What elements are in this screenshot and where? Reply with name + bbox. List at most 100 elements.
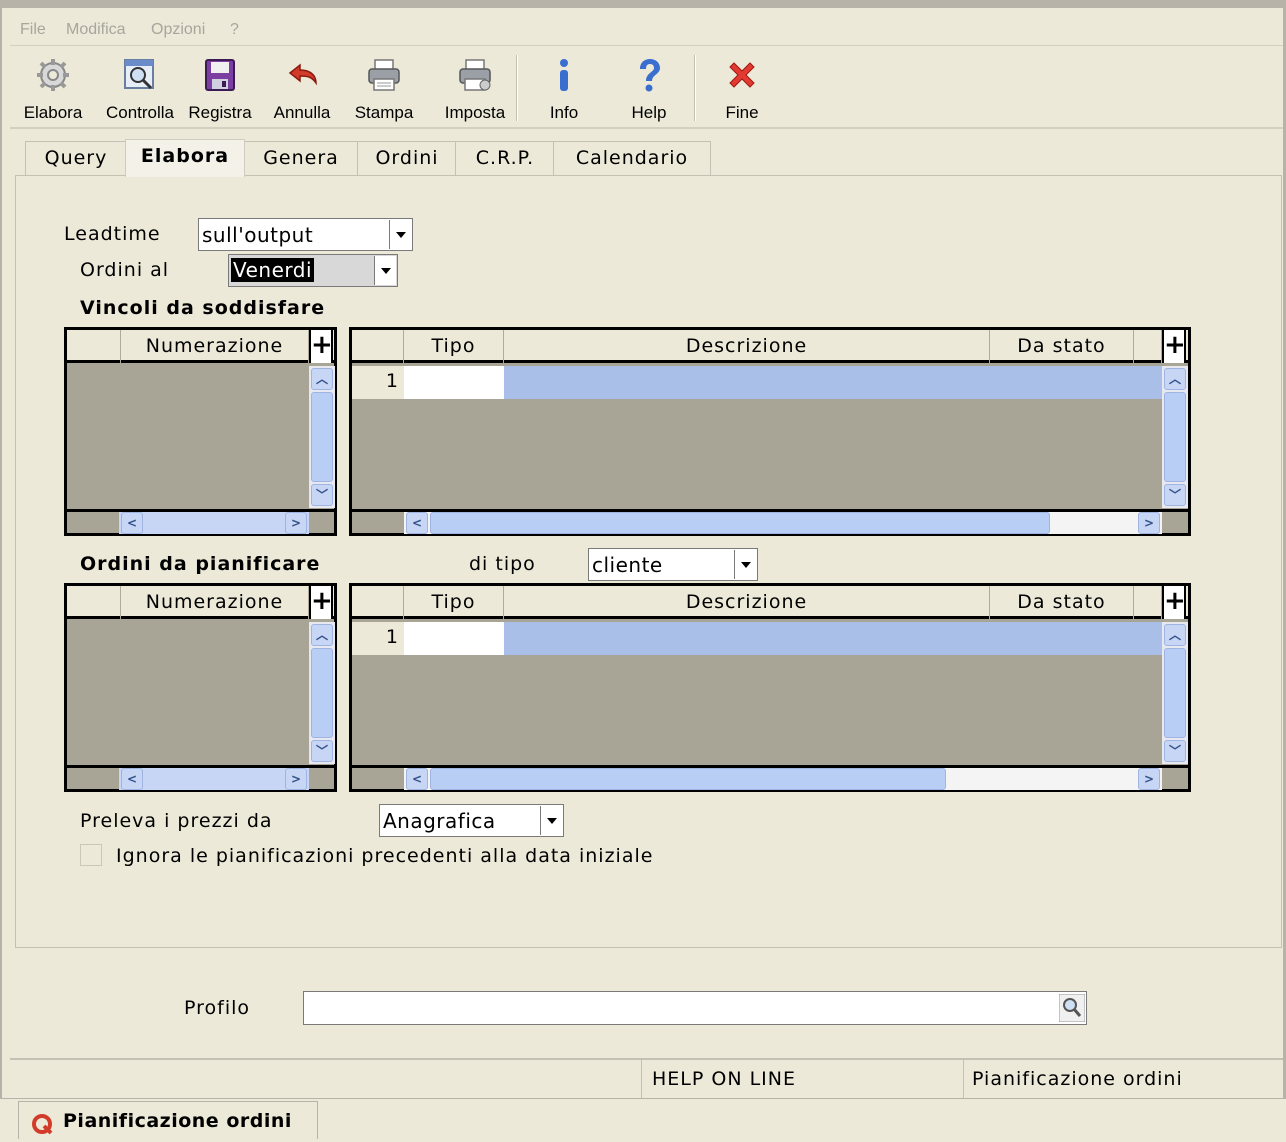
annulla-label: Annulla	[273, 103, 331, 122]
scroll-left-icon[interactable]: <	[121, 512, 143, 534]
scroll-left-icon[interactable]: <	[121, 768, 143, 790]
tipo-column-header[interactable]: Tipo	[404, 330, 504, 363]
question-mark-icon	[640, 59, 660, 92]
scroll-up-icon[interactable]: ︿	[1164, 624, 1186, 646]
grid-header: Tipo Descrizione Da stato +	[352, 330, 1188, 363]
scroll-down-icon[interactable]: ﹀	[1164, 740, 1186, 762]
numerazione-column-header[interactable]: Numerazione	[121, 330, 309, 363]
add-column-icon[interactable]: +	[1162, 330, 1186, 363]
pianificazione-ordini-window-button[interactable]: Pianificazione ordini	[18, 1101, 318, 1139]
window-taskbar: Pianificazione ordini	[0, 1098, 1286, 1142]
imposta-button[interactable]: Imposta	[430, 51, 520, 123]
tab-calendario[interactable]: Calendario	[553, 141, 711, 175]
add-column-icon[interactable]: +	[309, 330, 333, 363]
elabora-label: Elabora	[23, 103, 83, 122]
descrizione-column-header[interactable]: Descrizione	[504, 330, 990, 363]
menu-modifica[interactable]: Modifica	[66, 21, 126, 39]
toolbar-separator	[694, 55, 696, 121]
vertical-scrollbar[interactable]: ︿ ﹀	[1162, 622, 1188, 764]
elabora-button[interactable]: Elabora	[16, 51, 90, 123]
scroll-thumb[interactable]	[311, 392, 333, 482]
scroll-right-icon[interactable]: >	[1138, 512, 1160, 534]
chevron-down-icon[interactable]	[540, 806, 562, 835]
help-button[interactable]: Help	[614, 51, 684, 123]
tab-query[interactable]: Query	[25, 141, 127, 175]
scroll-thumb[interactable]	[430, 768, 946, 790]
close-x-icon	[729, 62, 755, 88]
selected-row[interactable]	[504, 622, 1162, 655]
stampa-button[interactable]: Stampa	[346, 51, 422, 123]
extra-column-header[interactable]	[1134, 586, 1162, 619]
scroll-up-icon[interactable]: ︿	[311, 368, 333, 390]
scroll-thumb[interactable]	[1164, 392, 1186, 482]
vertical-scrollbar[interactable]: ︿ ﹀	[309, 366, 335, 508]
horizontal-scrollbar[interactable]: < >	[119, 768, 309, 790]
grid-corner	[352, 330, 404, 363]
tab-genera[interactable]: Genera	[243, 141, 359, 175]
registra-button[interactable]: Registra	[182, 51, 258, 123]
ordini-detail-grid[interactable]: Tipo Descrizione Da stato + 1 ︿ ﹀ < >	[349, 583, 1191, 792]
tipo-column-header[interactable]: Tipo	[404, 586, 504, 619]
ignora-checkbox[interactable]	[80, 844, 102, 866]
tipo-cell[interactable]	[404, 622, 504, 655]
search-icon[interactable]	[1059, 994, 1085, 1022]
horizontal-scrollbar[interactable]: < >	[119, 512, 309, 534]
preleva-select[interactable]: Anagrafica	[379, 804, 564, 837]
tipo-cell[interactable]	[404, 366, 504, 399]
descrizione-column-header[interactable]: Descrizione	[504, 586, 990, 619]
status-cell-empty	[10, 1060, 642, 1098]
status-title: Pianificazione ordini	[972, 1068, 1183, 1090]
ordini-al-label: Ordini al	[80, 259, 170, 281]
menu-help[interactable]: ?	[230, 21, 239, 39]
chevron-down-icon[interactable]	[389, 220, 411, 249]
scroll-down-icon[interactable]: ﹀	[311, 740, 333, 762]
tab-ordini[interactable]: Ordini	[357, 141, 457, 175]
horizontal-scrollbar[interactable]: < >	[404, 512, 1162, 534]
scroll-left-icon[interactable]: <	[406, 768, 428, 790]
vincoli-detail-grid[interactable]: Tipo Descrizione Da stato + 1 ︿ ﹀ < >	[349, 327, 1191, 536]
numerazione-column-header[interactable]: Numerazione	[121, 586, 309, 619]
chevron-down-icon[interactable]	[374, 256, 396, 285]
app-logo-icon	[32, 1114, 53, 1135]
scroll-down-icon[interactable]: ﹀	[1164, 484, 1186, 506]
di-tipo-label: di tipo	[469, 553, 536, 575]
scroll-right-icon[interactable]: >	[285, 512, 307, 534]
menu-opzioni[interactable]: Opzioni	[151, 21, 205, 39]
scroll-thumb[interactable]	[311, 648, 333, 738]
ordini-al-select[interactable]: Venerdi	[228, 254, 398, 287]
annulla-button[interactable]: Annulla	[264, 51, 340, 123]
extra-column-header[interactable]	[1134, 330, 1162, 363]
di-tipo-select[interactable]: cliente	[588, 548, 758, 581]
scroll-left-icon[interactable]: <	[406, 512, 428, 534]
scroll-up-icon[interactable]: ︿	[1164, 368, 1186, 390]
scroll-down-icon[interactable]: ﹀	[311, 484, 333, 506]
selected-row[interactable]	[504, 366, 1162, 399]
vertical-scrollbar[interactable]: ︿ ﹀	[1162, 366, 1188, 508]
scroll-right-icon[interactable]: >	[1138, 768, 1160, 790]
leadtime-select[interactable]: sull'output	[198, 218, 413, 251]
add-column-icon[interactable]: +	[309, 586, 333, 619]
scroll-thumb[interactable]	[430, 512, 1050, 534]
scroll-right-icon[interactable]: >	[285, 768, 307, 790]
scroll-up-icon[interactable]: ︿	[311, 624, 333, 646]
da-stato-column-header[interactable]: Da stato	[990, 330, 1134, 363]
fine-button[interactable]: Fine	[708, 51, 776, 123]
chevron-down-icon[interactable]	[734, 550, 756, 579]
preleva-label: Preleva i prezzi da	[80, 810, 273, 832]
scroll-thumb[interactable]	[1164, 648, 1186, 738]
horizontal-scrollbar[interactable]: < >	[404, 768, 1162, 790]
vincoli-numerazione-grid[interactable]: Numerazione + ︿ ﹀ < >	[64, 327, 337, 536]
info-button[interactable]: Info	[532, 51, 596, 123]
ordini-numerazione-grid[interactable]: Numerazione + ︿ ﹀ < >	[64, 583, 337, 792]
add-column-icon[interactable]: +	[1162, 586, 1186, 619]
row-number[interactable]: 1	[352, 622, 404, 655]
profilo-input[interactable]	[303, 991, 1087, 1025]
tab-elabora[interactable]: Elabora	[125, 139, 245, 177]
da-stato-column-header[interactable]: Da stato	[990, 586, 1134, 619]
vertical-scrollbar[interactable]: ︿ ﹀	[309, 622, 335, 764]
controlla-button[interactable]: Controlla	[98, 51, 182, 123]
tab-crp[interactable]: C.R.P.	[455, 141, 555, 175]
menu-file[interactable]: File	[20, 21, 46, 39]
row-number[interactable]: 1	[352, 366, 404, 399]
imposta-label: Imposta	[444, 103, 506, 122]
